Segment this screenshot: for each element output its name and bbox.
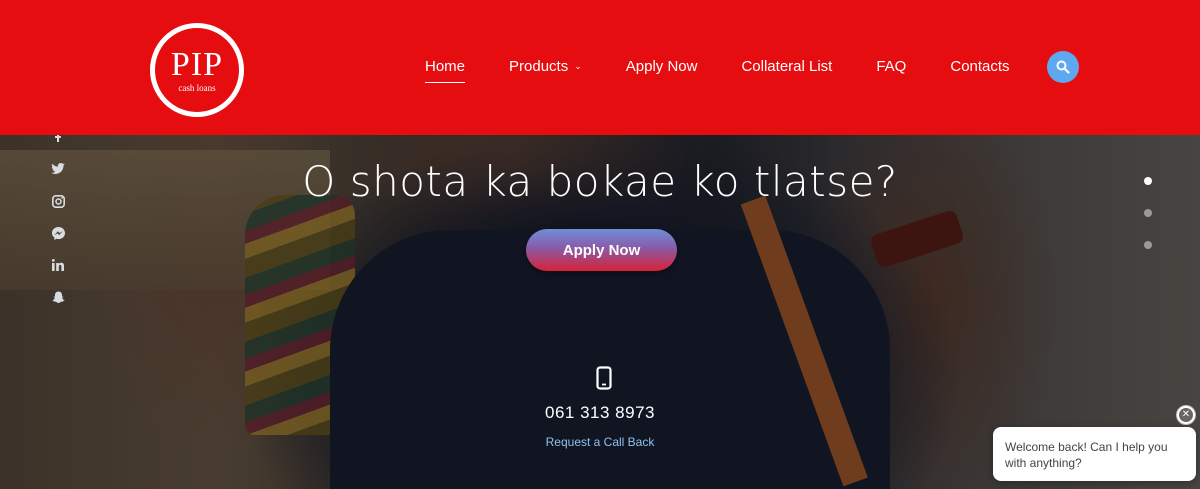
search-icon: [1056, 60, 1070, 74]
hero-photo-watch: [868, 208, 966, 270]
nav-faq[interactable]: FAQ: [876, 58, 906, 83]
nav-apply-now[interactable]: Apply Now: [626, 58, 698, 83]
nav-contacts[interactable]: Contacts: [950, 58, 1009, 83]
hero-photo-scarf: [245, 195, 355, 435]
linkedin-icon[interactable]: [51, 258, 65, 272]
logo-text: PIP: [170, 45, 224, 83]
main-nav: Home Products ⌄ Apply Now Collateral List…: [425, 58, 1010, 83]
chat-message: Welcome back! Can I help you with anythi…: [1005, 440, 1168, 470]
close-icon: ✕: [1179, 408, 1193, 422]
chat-close-button[interactable]: ✕: [1176, 405, 1196, 425]
phone-number[interactable]: 061 313 8973: [0, 403, 1200, 423]
snapchat-icon[interactable]: [51, 290, 65, 304]
slider-dots: [1144, 177, 1152, 273]
nav-products-label: Products: [509, 58, 569, 75]
slider-dot-3[interactable]: [1144, 241, 1152, 249]
site-header: PIP cash loans Home Products ⌄ Apply Now …: [0, 0, 1200, 135]
pip-logo[interactable]: PIP cash loans: [150, 23, 244, 117]
logo-subtitle: cash loans: [178, 82, 216, 93]
messenger-icon[interactable]: [51, 226, 65, 240]
mobile-phone-icon: [596, 366, 612, 395]
apply-now-button[interactable]: Apply Now: [526, 229, 677, 271]
slider-dot-2[interactable]: [1144, 209, 1152, 217]
nav-collateral-list[interactable]: Collateral List: [741, 58, 832, 83]
chevron-down-icon: ⌄: [574, 61, 582, 71]
slider-dot-1[interactable]: [1144, 177, 1152, 185]
chat-welcome-bubble[interactable]: Welcome back! Can I help you with anythi…: [993, 427, 1196, 481]
search-button[interactable]: [1047, 51, 1079, 83]
hero-headline: O shota ka bokae ko tlatse?: [302, 157, 898, 206]
nav-home[interactable]: Home: [425, 58, 466, 83]
nav-products[interactable]: Products ⌄: [509, 58, 582, 83]
